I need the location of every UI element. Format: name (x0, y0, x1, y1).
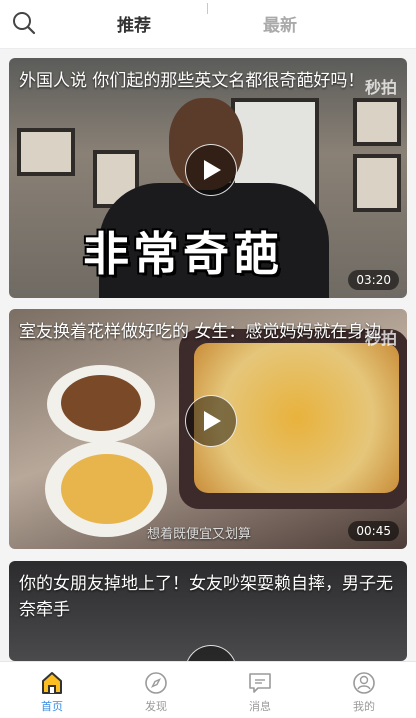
video-title[interactable]: 室友换着花样做好吃的 女生：感觉妈妈就在身边 (19, 319, 395, 345)
tab-divider (207, 3, 208, 14)
play-button[interactable] (185, 144, 237, 196)
wall-frame (353, 98, 401, 146)
tab-recommended[interactable]: 推荐 (117, 11, 151, 36)
wall-frame (17, 128, 75, 176)
search-icon[interactable] (10, 9, 38, 37)
video-thumbnail-food (61, 375, 141, 431)
play-button[interactable] (185, 395, 237, 447)
video-duration: 03:20 (348, 270, 399, 290)
wall-frame (353, 154, 401, 212)
user-icon (353, 672, 375, 694)
play-button[interactable] (185, 645, 237, 661)
video-thumbnail-food (61, 454, 153, 524)
nav-home-label: 首页 (41, 700, 63, 713)
tab-latest[interactable]: 最新 (263, 11, 297, 36)
play-icon (204, 411, 221, 431)
home-icon (42, 672, 62, 694)
video-overlay-caption: 想着既便宜又划算 (147, 527, 252, 542)
nav-discover-label: 发现 (145, 700, 167, 713)
nav-discover[interactable]: 发现 (104, 662, 208, 718)
video-title[interactable]: 你的女朋友掉地上了！女友吵架耍赖自摔，男子无奈牵手 (19, 571, 395, 623)
video-overlay-text: 非常奇葩 (83, 227, 283, 281)
nav-profile-label: 我的 (353, 700, 375, 713)
nav-messages[interactable]: 消息 (208, 662, 312, 718)
video-card[interactable]: 秒拍 外国人说 你们起的那些英文名都很奇葩好吗！ 非常奇葩 03:20 (9, 58, 407, 298)
message-icon (249, 673, 271, 693)
compass-icon (145, 672, 167, 694)
nav-profile[interactable]: 我的 (312, 662, 416, 718)
video-title[interactable]: 外国人说 你们起的那些英文名都很奇葩好吗！ (19, 68, 395, 94)
video-card[interactable]: 你的女朋友掉地上了！女友吵架耍赖自摔，男子无奈牵手 (9, 561, 407, 661)
video-card[interactable]: 秒拍 室友换着花样做好吃的 女生：感觉妈妈就在身边 想着既便宜又划算 00:45 (9, 309, 407, 549)
nav-home[interactable]: 首页 (0, 662, 104, 718)
top-bar: 推荐 最新 (0, 0, 416, 49)
bottom-nav: 首页 发现 消息 我的 (0, 661, 416, 718)
nav-messages-label: 消息 (249, 700, 271, 713)
video-duration: 00:45 (348, 521, 399, 541)
play-icon (204, 160, 221, 180)
